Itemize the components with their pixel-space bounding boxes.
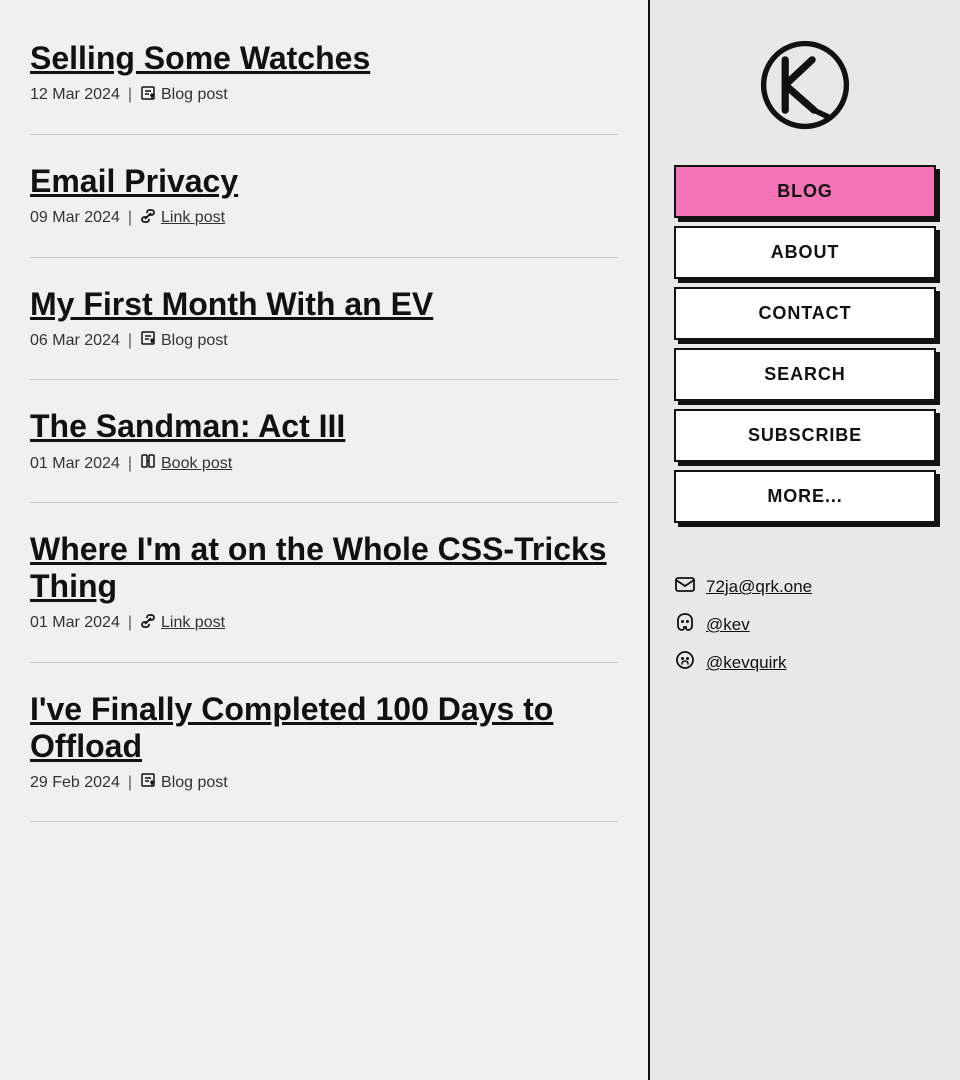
post-meta: 12 Mar 2024 | Blog post bbox=[30, 85, 618, 106]
mastodon-link[interactable]: @kev bbox=[674, 611, 936, 639]
nav-button-blog[interactable]: BLOG bbox=[674, 165, 936, 218]
post-date: 29 Feb 2024 bbox=[30, 774, 120, 792]
post-type: Book post bbox=[140, 453, 232, 474]
email-icon bbox=[674, 573, 696, 601]
post-title[interactable]: I've Finally Completed 100 Days to Offlo… bbox=[30, 691, 618, 765]
meta-separator: | bbox=[128, 332, 132, 350]
post-date: 12 Mar 2024 bbox=[30, 86, 120, 104]
post-type-label: Blog post bbox=[161, 332, 228, 350]
post-meta: 09 Mar 2024 | Link post bbox=[30, 208, 618, 229]
post-date: 09 Mar 2024 bbox=[30, 209, 120, 227]
github-handle: @kevquirk bbox=[706, 653, 787, 673]
meta-separator: | bbox=[128, 455, 132, 473]
post-title[interactable]: My First Month With an EV bbox=[30, 286, 618, 323]
post-title[interactable]: The Sandman: Act III bbox=[30, 408, 618, 445]
post-item: My First Month With an EV 06 Mar 2024 | Blo… bbox=[30, 258, 618, 381]
posts-column: Selling Some Watches 12 Mar 2024 | Blog pos… bbox=[0, 0, 650, 1080]
contact-links: 72ja@qrk.one @kev @kevquirk bbox=[674, 573, 936, 677]
post-type-label: Blog post bbox=[161, 774, 228, 792]
post-type-label[interactable]: Link post bbox=[161, 614, 225, 632]
github-link[interactable]: @kevquirk bbox=[674, 649, 936, 677]
meta-separator: | bbox=[128, 614, 132, 632]
meta-separator: | bbox=[128, 86, 132, 104]
post-type-icon bbox=[140, 453, 156, 474]
meta-separator: | bbox=[128, 209, 132, 227]
nav-button-search[interactable]: SEARCH bbox=[674, 348, 936, 401]
nav-button-moremore[interactable]: MORE... bbox=[674, 470, 936, 523]
post-item: Where I'm at on the Whole CSS-Tricks Thi… bbox=[30, 503, 618, 663]
nav-button-contact[interactable]: CONTACT bbox=[674, 287, 936, 340]
navigation-menu: BLOG ABOUT CONTACT SEARCH SUBSCRIBE MORE... bbox=[674, 165, 936, 523]
logo-container bbox=[760, 40, 850, 135]
post-meta: 29 Feb 2024 | Blog post bbox=[30, 772, 618, 793]
site-logo bbox=[760, 40, 850, 130]
post-type-icon bbox=[140, 85, 156, 106]
post-type-label: Blog post bbox=[161, 86, 228, 104]
post-type: Blog post bbox=[140, 85, 228, 106]
mastodon-handle: @kev bbox=[706, 615, 750, 635]
post-type: Link post bbox=[140, 208, 225, 229]
post-item: Email Privacy 09 Mar 2024 | Link post bbox=[30, 135, 618, 258]
email-link[interactable]: 72ja@qrk.one bbox=[674, 573, 936, 601]
post-title[interactable]: Where I'm at on the Whole CSS-Tricks Thi… bbox=[30, 531, 618, 605]
meta-separator: | bbox=[128, 774, 132, 792]
post-date: 01 Mar 2024 bbox=[30, 614, 120, 632]
post-title[interactable]: Selling Some Watches bbox=[30, 40, 618, 77]
post-item: Selling Some Watches 12 Mar 2024 | Blog pos… bbox=[30, 20, 618, 135]
email-address: 72ja@qrk.one bbox=[706, 577, 812, 597]
post-meta: 06 Mar 2024 | Blog post bbox=[30, 330, 618, 351]
nav-button-subscribe[interactable]: SUBSCRIBE bbox=[674, 409, 936, 462]
nav-button-about[interactable]: ABOUT bbox=[674, 226, 936, 279]
post-meta: 01 Mar 2024 | Book post bbox=[30, 453, 618, 474]
post-type-icon bbox=[140, 613, 156, 634]
post-date: 06 Mar 2024 bbox=[30, 332, 120, 350]
post-item: The Sandman: Act III 01 Mar 2024 | Book pos… bbox=[30, 380, 618, 503]
post-type-icon bbox=[140, 208, 156, 229]
post-type: Link post bbox=[140, 613, 225, 634]
github-icon bbox=[674, 649, 696, 677]
post-item: I've Finally Completed 100 Days to Offlo… bbox=[30, 663, 618, 823]
post-date: 01 Mar 2024 bbox=[30, 455, 120, 473]
post-type-label[interactable]: Link post bbox=[161, 209, 225, 227]
post-type: Blog post bbox=[140, 330, 228, 351]
post-type-icon bbox=[140, 772, 156, 793]
sidebar: BLOG ABOUT CONTACT SEARCH SUBSCRIBE MORE... 7… bbox=[650, 0, 960, 1080]
post-title[interactable]: Email Privacy bbox=[30, 163, 618, 200]
post-meta: 01 Mar 2024 | Link post bbox=[30, 613, 618, 634]
post-type: Blog post bbox=[140, 772, 228, 793]
mastodon-icon bbox=[674, 611, 696, 639]
post-type-icon bbox=[140, 330, 156, 351]
post-type-label[interactable]: Book post bbox=[161, 455, 232, 473]
